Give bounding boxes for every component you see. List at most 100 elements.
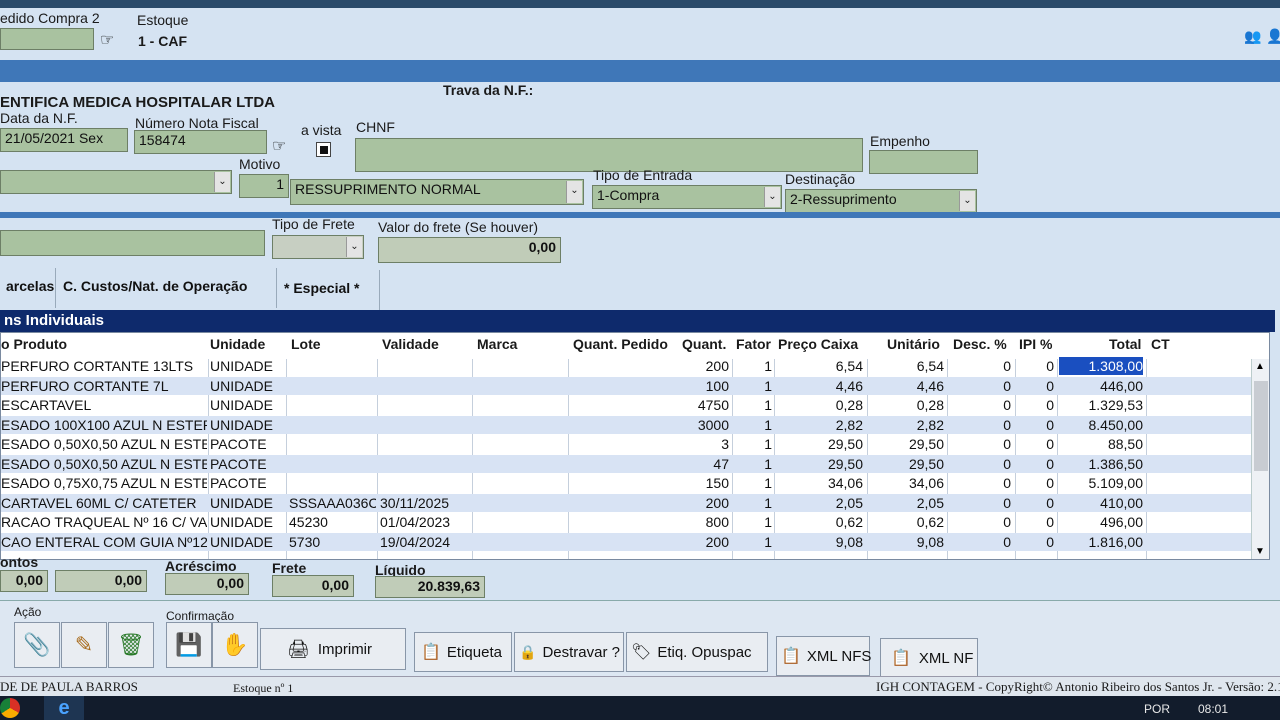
cell-produto[interactable]: ESADO 100X100 AZUL N ESTERI (1, 416, 207, 434)
cell-unidade[interactable]: UNIDADE (210, 494, 285, 512)
grid-scrollbar[interactable]: ▲ ▼ (1251, 359, 1269, 559)
col-desc[interactable]: Desc. % (953, 336, 1007, 352)
hand-pointer-icon[interactable]: ☞ (272, 136, 286, 156)
destinacao-select[interactable]: 2-Ressuprimento ⌄ (785, 189, 977, 213)
table-row[interactable]: CAO ENTERAL COM GUIA Nº12 UNIDADE 5730 19/0… (1, 532, 1251, 551)
items-grid[interactable]: o Produto Unidade Lote Validade Marca Qu… (0, 332, 1270, 560)
cell-ipi[interactable]: 0 (1017, 396, 1054, 414)
cell-fator[interactable]: 1 (734, 435, 772, 453)
cell-quant[interactable]: 150 (641, 474, 729, 492)
cell-ipi[interactable]: 0 (1017, 494, 1054, 512)
cell-unidade[interactable]: UNIDADE (210, 377, 285, 395)
cell-preco[interactable]: 34,06 (777, 474, 863, 492)
cell-desc[interactable]: 0 (949, 455, 1011, 473)
col-quant-pedido[interactable]: Quant. Pedido (573, 336, 668, 352)
col-ipi[interactable]: IPI % (1019, 336, 1052, 352)
cell-total[interactable]: 410,00 (1059, 494, 1143, 512)
table-row[interactable]: PERFURO CORTANTE 13LTS UNIDADE 200 1 6,54 6,5… (1, 357, 1251, 376)
cell-quant[interactable]: 4750 (641, 396, 729, 414)
language-indicator[interactable]: POR (1144, 702, 1170, 716)
col-unitario[interactable]: Unitário (887, 336, 940, 352)
clock[interactable]: 08:01 (1198, 702, 1228, 716)
save-button[interactable]: 💾 (166, 622, 212, 668)
cell-total[interactable]: 446,00 (1059, 377, 1143, 395)
unnamed-select[interactable]: ⌄ (0, 170, 232, 194)
cell-ipi[interactable]: 0 (1017, 474, 1054, 492)
destravar-button[interactable]: 🔒 Destravar ? (514, 632, 624, 672)
cell-unit[interactable]: 9,08 (869, 533, 944, 551)
tipo-frete-select[interactable]: ⌄ (272, 235, 364, 259)
cell-desc[interactable]: 0 (949, 494, 1011, 512)
ie-icon[interactable]: e (44, 696, 84, 720)
cell-quant[interactable]: 47 (641, 455, 729, 473)
cell-unidade[interactable]: UNIDADE (210, 416, 285, 434)
motivo-code-field[interactable]: 1 (239, 174, 289, 198)
cell-total[interactable]: 1.308,00 (1059, 357, 1143, 375)
table-row[interactable]: ESADO 0,75X0,75 AZUL N ESTER PACOTE 150 1 34… (1, 474, 1251, 493)
cell-ipi[interactable]: 0 (1017, 377, 1054, 395)
scroll-up-icon[interactable]: ▲ (1255, 361, 1265, 372)
cell-total[interactable]: 496,00 (1059, 513, 1143, 531)
cell-fator[interactable]: 1 (734, 533, 772, 551)
cell-unit[interactable]: 0,62 (869, 513, 944, 531)
cell-ipi[interactable]: 0 (1017, 357, 1054, 375)
cell-unit[interactable]: 0,28 (869, 396, 944, 414)
cell-desc[interactable]: 0 (949, 533, 1011, 551)
cell-produto[interactable]: ESADO 0,50X0,50 AZUL N ESTER (1, 455, 207, 473)
col-quant[interactable]: Quant. (682, 336, 726, 352)
col-preco-caixa[interactable]: Preço Caixa (778, 336, 858, 352)
cell-desc[interactable]: 0 (949, 357, 1011, 375)
cell-unit[interactable]: 6,54 (869, 357, 944, 375)
table-row[interactable]: RACAO TRAQUEAL Nº 16 C/ VALV UNIDADE 45230… (1, 513, 1251, 532)
col-produto[interactable]: o Produto (1, 336, 67, 352)
acrescimo-field[interactable]: 0,00 (165, 573, 249, 595)
cell-total[interactable]: 1.816,00 (1059, 533, 1144, 551)
cell-unidade[interactable]: UNIDADE (210, 533, 285, 551)
cell-unidade[interactable]: PACOTE (210, 435, 285, 453)
col-validade[interactable]: Validade (382, 336, 439, 352)
cell-lote[interactable]: 45230 (289, 513, 376, 531)
table-row[interactable]: PERFURO CORTANTE 7L UNIDADE 100 1 4,46 4,46 0 0… (1, 376, 1251, 395)
chevron-down-icon[interactable]: ⌄ (764, 187, 780, 207)
cell-lote[interactable]: SSSAAA036C (289, 494, 376, 512)
cell-produto[interactable]: ESADO 0,50X0,50 AZUL N ESTER (1, 435, 207, 453)
table-row[interactable]: ESADO 100X100 AZUL N ESTERI UNIDADE 3000 1 2… (1, 415, 1251, 434)
frete-total-field[interactable]: 0,00 (272, 575, 354, 597)
cell-ipi[interactable]: 0 (1017, 435, 1054, 453)
col-total[interactable]: Total (1109, 336, 1141, 352)
cell-unit[interactable]: 2,05 (869, 494, 944, 512)
col-marca[interactable]: Marca (477, 336, 517, 352)
cell-produto[interactable]: RACAO TRAQUEAL Nº 16 C/ VALV (1, 513, 207, 531)
cell-quant[interactable]: 200 (641, 494, 729, 512)
tipo-entrada-select[interactable]: 1-Compra ⌄ (592, 185, 782, 209)
cell-unidade[interactable]: UNIDADE (210, 396, 285, 414)
descontos-field-1[interactable]: 0,00 (0, 570, 48, 592)
col-ct[interactable]: CT (1151, 336, 1170, 352)
table-row[interactable]: ESADO 0,50X0,50 AZUL N ESTER PACOTE 3 1 29,5… (1, 435, 1251, 454)
cell-desc[interactable]: 0 (949, 513, 1011, 531)
cell-validade[interactable]: 19/04/2024 (380, 533, 472, 551)
empenho-field[interactable] (869, 150, 978, 174)
cell-fator[interactable]: 1 (734, 513, 772, 531)
cell-produto[interactable]: ESCARTAVEL (1, 396, 207, 414)
cell-unit[interactable]: 2,82 (869, 416, 944, 434)
cell-total[interactable]: 5.109,00 (1059, 474, 1144, 492)
valor-frete-field[interactable]: 0,00 (378, 237, 561, 263)
cell-unidade[interactable]: UNIDADE (210, 513, 285, 531)
motivo-select[interactable]: RESSUPRIMENTO NORMAL ⌄ (290, 179, 584, 205)
chrome-icon[interactable] (0, 698, 20, 718)
cell-desc[interactable]: 0 (949, 416, 1011, 434)
cell-preco[interactable]: 0,62 (777, 513, 863, 531)
scroll-down-icon[interactable]: ▼ (1255, 546, 1265, 557)
users-icon[interactable]: 👥 (1244, 28, 1261, 45)
chevron-down-icon[interactable]: ⌄ (214, 172, 230, 192)
cell-produto[interactable]: ESADO 0,75X0,75 AZUL N ESTER (1, 474, 207, 492)
chevron-down-icon[interactable]: ⌄ (566, 181, 582, 203)
cell-fator[interactable]: 1 (734, 494, 772, 512)
cell-validade[interactable]: 01/04/2023 (380, 513, 472, 531)
unnamed-field[interactable] (0, 230, 265, 256)
edit-button[interactable]: ✎ (61, 622, 107, 668)
xml-nfs-button[interactable]: 📋 XML NFS (776, 636, 871, 676)
table-row[interactable]: ESCARTAVEL UNIDADE 4750 1 0,28 0,28 0 0 1.329,53 (1, 396, 1251, 415)
descontos-field-2[interactable]: 0,00 (55, 570, 147, 592)
